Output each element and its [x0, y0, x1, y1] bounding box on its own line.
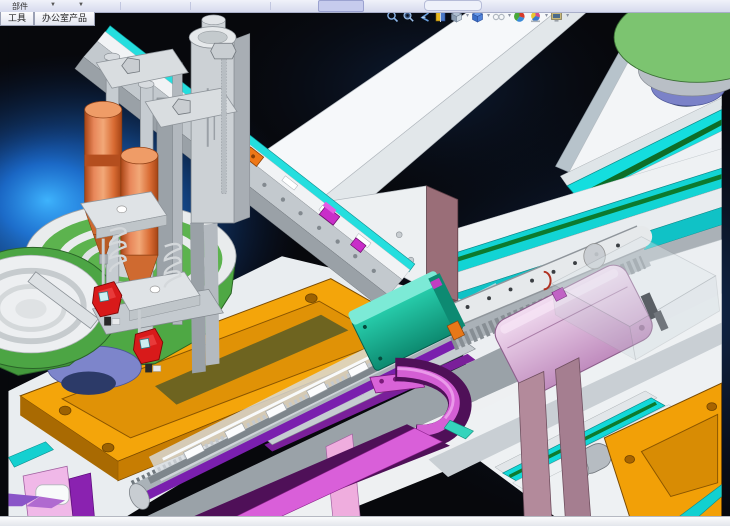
toolbar-pressed-button[interactable]	[318, 0, 364, 12]
dropdown-caret-icon[interactable]: ▼	[50, 2, 56, 8]
commandmanager-tabs: 工具 办公室产品	[0, 12, 95, 26]
toolbar-separator	[270, 2, 271, 10]
solidworks-window: 部件 ▼ ▼ 工具 办公室产品 ▾ ▾ ▾	[0, 0, 730, 526]
viewport-3d[interactable]	[0, 12, 730, 517]
tab-tools[interactable]: 工具	[0, 12, 34, 26]
hex-nut	[211, 43, 236, 59]
status-bar	[0, 516, 730, 526]
toolbar-rounded-button[interactable]	[424, 0, 482, 11]
toolbar-separator	[190, 2, 191, 10]
assembly-toolbar-label: 部件	[12, 1, 28, 12]
tab-office-products[interactable]: 办公室产品	[34, 12, 95, 26]
toolbar-separator	[120, 2, 121, 10]
dropdown-caret-icon[interactable]: ▼	[78, 2, 84, 8]
main-toolbar: 部件 ▼ ▼	[0, 0, 730, 13]
